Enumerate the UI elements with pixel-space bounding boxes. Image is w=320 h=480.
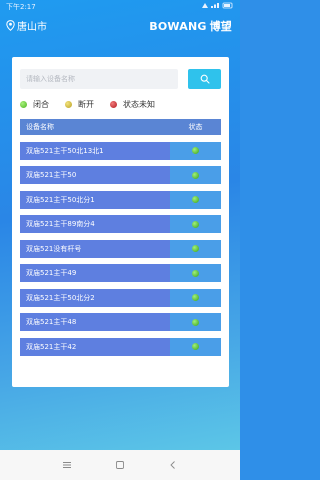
- brand-en: BOWANG: [149, 20, 207, 33]
- legend-dot-unknown: [110, 100, 117, 108]
- status-cell: [170, 239, 221, 258]
- device-name: 双庙521主干89南分4: [20, 215, 170, 233]
- status-dot-closed-icon: [192, 294, 199, 301]
- search-input[interactable]: [20, 69, 178, 89]
- system-nav-bar: [0, 450, 240, 480]
- status-cell: [170, 190, 221, 209]
- status-dot-closed-icon: [192, 147, 199, 154]
- table-row[interactable]: 双庙521主干50北13北1: [20, 141, 221, 160]
- column-header-name: 设备名称: [26, 123, 54, 131]
- legend-label: 闭合: [33, 99, 49, 109]
- legend-open: 断开: [65, 99, 94, 110]
- status-dot-closed-icon: [192, 245, 199, 252]
- device-name: 双庙521主干50北分2: [20, 288, 170, 307]
- table-header: 设备名称 状态: [20, 119, 221, 135]
- device-name: 双庙521主干49: [20, 264, 170, 282]
- status-dot-closed-icon: [192, 196, 199, 203]
- device-name: 双庙521主干42: [20, 337, 170, 356]
- device-panel: 闭合 断开 状态未知 设备名称 状态 双庙521主干50北13北1 双庙521主…: [12, 57, 229, 387]
- top-bar: 唐山市 BOWANG 博望: [0, 14, 240, 36]
- back-icon: [170, 461, 176, 469]
- table-row[interactable]: 双庙521主干49: [20, 264, 221, 282]
- device-name: 双庙521主干50: [20, 166, 170, 184]
- status-cell: [170, 166, 221, 184]
- search-button[interactable]: [188, 69, 221, 89]
- status-cell: [170, 288, 221, 307]
- legend-label: 断开: [78, 99, 94, 109]
- status-time: 下午2:17: [6, 3, 36, 11]
- table-row[interactable]: 双庙521主干42: [20, 337, 221, 356]
- status-dot-closed-icon: [192, 171, 199, 179]
- legend-label: 状态未知: [123, 99, 155, 109]
- status-legend: 闭合 断开 状态未知: [20, 97, 171, 111]
- table-row[interactable]: 双庙521主干50北分2: [20, 288, 221, 307]
- device-table: 设备名称 状态 双庙521主干50北13北1 双庙521主干50 双庙521主干…: [20, 119, 221, 356]
- brand-logo: BOWANG 博望: [149, 18, 232, 34]
- location-pin-icon: [6, 20, 15, 31]
- status-icons: [200, 2, 234, 11]
- status-cell: [170, 313, 221, 331]
- menu-button[interactable]: [57, 455, 77, 475]
- legend-dot-open: [65, 100, 72, 108]
- status-cell: [170, 337, 221, 356]
- legend-dot-closed: [20, 100, 27, 108]
- status-bar: 下午2:17: [0, 0, 240, 12]
- back-button[interactable]: [163, 455, 183, 475]
- home-button[interactable]: [110, 455, 130, 475]
- device-name: 双庙521主干48: [20, 313, 170, 331]
- city-name: 唐山市: [17, 22, 47, 33]
- table-row[interactable]: 双庙521主干48: [20, 313, 221, 331]
- table-row[interactable]: 双庙521没有杆号: [20, 239, 221, 258]
- menu-icon: [62, 462, 71, 468]
- table-row[interactable]: 双庙521主干50北分1: [20, 190, 221, 209]
- status-dot-closed-icon: [192, 318, 199, 326]
- legend-unknown: 状态未知: [110, 99, 155, 110]
- legend-closed: 闭合: [20, 99, 49, 110]
- device-name: 双庙521没有杆号: [20, 239, 170, 258]
- city-selector[interactable]: 唐山市: [6, 18, 47, 33]
- status-dot-closed-icon: [192, 220, 199, 228]
- search-bar: [20, 69, 221, 89]
- brand-cn: 博望: [209, 20, 232, 33]
- table-row[interactable]: 双庙521主干89南分4: [20, 215, 221, 233]
- status-cell: [170, 215, 221, 233]
- column-header-status: 状态: [188, 123, 203, 131]
- device-name: 双庙521主干50北分1: [20, 190, 170, 209]
- signal-battery-icon: [202, 2, 233, 9]
- home-icon: [116, 461, 124, 469]
- device-name: 双庙521主干50北13北1: [20, 141, 170, 160]
- status-cell: [170, 141, 221, 160]
- status-dot-closed-icon: [192, 269, 199, 277]
- search-icon: [200, 74, 210, 84]
- table-row[interactable]: 双庙521主干50: [20, 166, 221, 184]
- status-cell: [170, 264, 221, 282]
- status-dot-closed-icon: [192, 343, 199, 350]
